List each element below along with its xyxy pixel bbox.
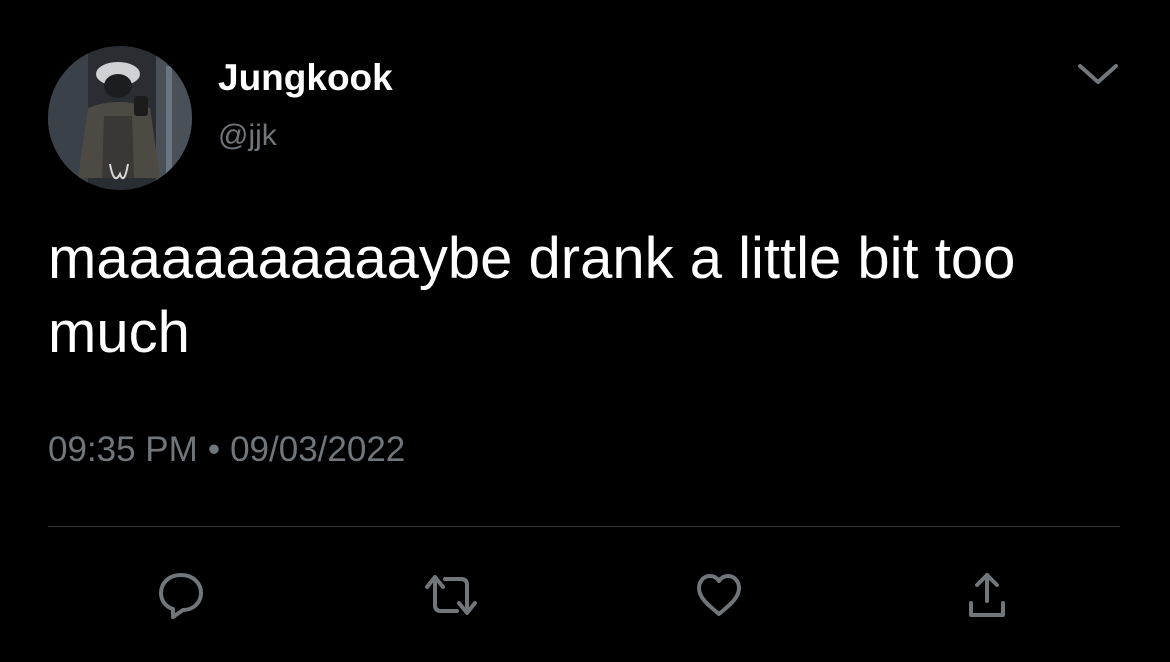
chevron-down-icon [1078, 64, 1118, 84]
tweet-timestamp[interactable]: 09:35 PM • 09/03/2022 [48, 428, 405, 472]
avatar-photo [48, 46, 192, 190]
tweet-text: maaaaaaaaaaybe drank a little bit too mu… [48, 226, 1016, 365]
display-name[interactable]: Jungkook [218, 56, 393, 100]
retweet-arrows-icon [425, 575, 477, 615]
tweet-time: 09:35 PM [48, 430, 198, 469]
divider [48, 526, 1120, 527]
share-button[interactable] [952, 560, 1022, 630]
retweet-button[interactable] [416, 560, 486, 630]
speech-bubble-icon [159, 573, 203, 619]
tweet-menu-button[interactable] [1068, 52, 1128, 96]
action-bar [0, 560, 1170, 630]
user-handle[interactable]: @jjk [218, 118, 277, 154]
like-button[interactable] [684, 560, 754, 630]
meta-separator: • [207, 430, 221, 469]
tweet-date: 09/03/2022 [230, 430, 406, 469]
heart-icon [697, 574, 741, 616]
tweet-card: Jungkook @jjk maaaaaaaaaaybe drank a lit… [0, 0, 1170, 662]
reply-button[interactable] [146, 560, 216, 630]
share-upload-icon [969, 573, 1005, 617]
avatar[interactable] [48, 46, 192, 190]
